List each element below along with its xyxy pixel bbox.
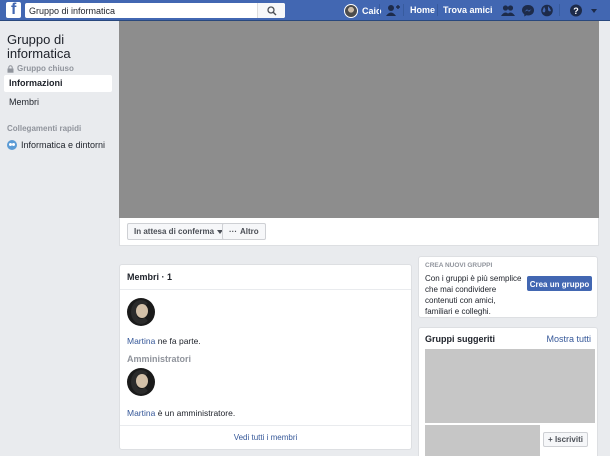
see-all-members-link[interactable]: Vedi tutti i membri	[120, 433, 411, 442]
members-header: Membri · 1	[127, 272, 173, 282]
cover-photo[interactable]	[119, 21, 599, 218]
divider	[403, 4, 404, 16]
join-label: Iscriviti	[554, 435, 583, 444]
member-name-link[interactable]: Martina	[127, 336, 155, 346]
notifications-globe-icon[interactable]	[540, 4, 554, 17]
quick-links-heading: Collegamenti rapidi	[7, 124, 82, 133]
search-icon	[267, 6, 277, 16]
profile-link[interactable]: Caio	[344, 3, 382, 18]
divider	[437, 4, 438, 16]
sidebar-item-members[interactable]: Membri	[4, 94, 112, 111]
group-icon	[7, 140, 17, 150]
friends-icon[interactable]	[501, 4, 515, 17]
chevron-down-icon[interactable]	[589, 4, 599, 17]
create-group-card: CREA NUOVI GRUPPI Con i gruppi è più sem…	[418, 256, 598, 318]
search-box[interactable]	[25, 3, 285, 18]
member-suffix: ne fa parte.	[155, 336, 201, 346]
lock-icon	[7, 64, 14, 73]
divider	[379, 4, 380, 16]
group-title[interactable]: Gruppo di informatica	[7, 33, 112, 61]
admin-text: Martina è un amministratore.	[127, 408, 235, 418]
svg-text:?: ?	[573, 6, 579, 16]
search-button[interactable]	[257, 3, 285, 18]
quick-link-label: Informatica e dintorni	[21, 140, 106, 150]
search-input[interactable]	[29, 4, 259, 17]
show-all-link[interactable]: Mostra tutti	[546, 334, 591, 344]
sidebar-item-info[interactable]: Informazioni	[4, 75, 112, 92]
sidebar-item-label: Informazioni	[9, 78, 63, 88]
group-privacy-status: Gruppo chiuso	[7, 64, 74, 73]
suggested-group-image[interactable]	[425, 349, 595, 423]
members-card: Membri · 1 Martina ne fa parte. Amminist…	[119, 264, 412, 450]
top-navigation-bar: f Caio Home Trova amici ?	[0, 0, 610, 21]
admin-suffix: è un amministratore.	[155, 408, 236, 418]
member-joined-text: Martina ne fa parte.	[127, 336, 201, 346]
divider	[120, 289, 411, 290]
suggested-group-thumbnail[interactable]	[425, 425, 540, 456]
suggested-groups-title: Gruppi suggeriti	[425, 334, 496, 344]
create-group-description: Con i gruppi è più semplice che mai cond…	[425, 274, 522, 316]
divider	[120, 425, 411, 426]
friend-requests-icon[interactable]	[386, 4, 400, 17]
create-group-heading: CREA NUOVI GRUPPI	[425, 262, 493, 269]
join-group-button[interactable]: + Iscriviti	[543, 432, 588, 447]
divider	[559, 4, 560, 16]
create-group-button[interactable]: Crea un gruppo	[527, 276, 592, 291]
member-avatar[interactable]	[127, 298, 155, 326]
admin-avatar[interactable]	[127, 368, 155, 396]
pending-confirmation-button[interactable]: In attesa di conferma	[127, 223, 231, 240]
help-icon[interactable]: ?	[569, 4, 583, 17]
suggested-groups-card: Gruppi suggeriti Mostra tutti + Iscrivit…	[418, 327, 598, 456]
more-button[interactable]: ··· Altro	[222, 223, 266, 240]
group-status-label: Gruppo chiuso	[17, 64, 74, 73]
messenger-icon[interactable]	[521, 4, 535, 17]
more-label: Altro	[240, 227, 259, 236]
admin-name-link[interactable]: Martina	[127, 408, 155, 418]
admins-heading: Amministratori	[127, 354, 192, 364]
quick-link-item[interactable]: Informatica e dintorni	[7, 140, 105, 150]
pending-label: In attesa di conferma	[134, 227, 215, 236]
find-friends-link[interactable]: Trova amici	[443, 5, 493, 15]
avatar	[344, 3, 358, 18]
home-link[interactable]: Home	[410, 5, 435, 15]
ellipsis-icon: ···	[229, 227, 237, 236]
facebook-logo-icon[interactable]: f	[6, 1, 21, 18]
group-action-bar: In attesa di conferma ··· Altro	[119, 218, 599, 246]
sidebar-item-label: Membri	[9, 97, 40, 107]
